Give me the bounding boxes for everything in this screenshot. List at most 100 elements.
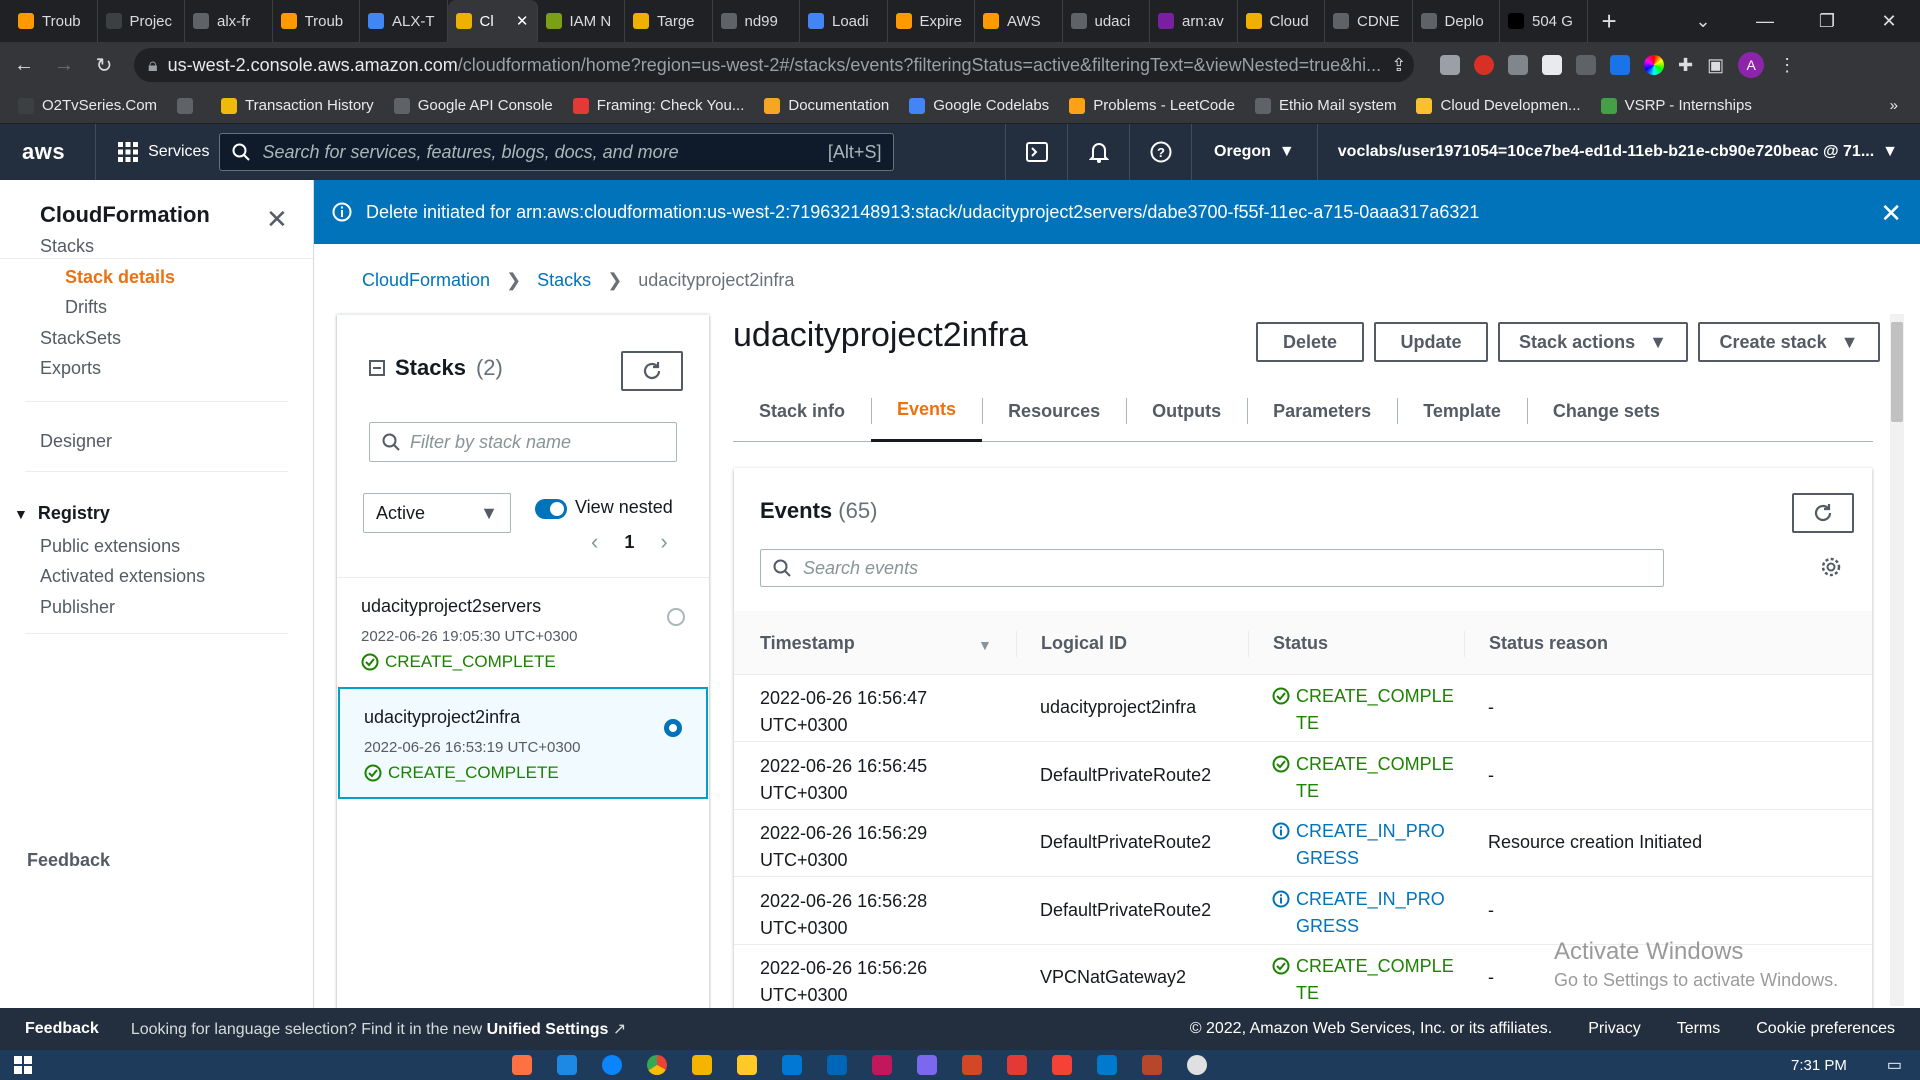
windows-start-icon[interactable] bbox=[14, 1056, 32, 1074]
reload-icon[interactable]: ↻ bbox=[88, 53, 120, 78]
new-tab-icon[interactable]: + bbox=[1602, 6, 1617, 37]
taskbar-app-icon[interactable] bbox=[1007, 1055, 1027, 1075]
taskbar-chrome-icon[interactable] bbox=[647, 1055, 667, 1075]
taskbar-app-icon[interactable] bbox=[557, 1055, 577, 1075]
column-header-status[interactable]: Status bbox=[1273, 633, 1328, 654]
url-bar[interactable]: 🔒︎ us-west-2.console.aws.amazon.com/clou… bbox=[134, 48, 1414, 82]
sidebar-item-stacks[interactable]: Stacks bbox=[40, 236, 94, 257]
sidebar-item-activated-extensions[interactable]: Activated extensions bbox=[40, 566, 205, 587]
tab-resources[interactable]: Resources bbox=[982, 380, 1126, 442]
update-button[interactable]: Update bbox=[1374, 322, 1488, 362]
bookmark-item[interactable]: Ethio Mail system bbox=[1254, 97, 1396, 114]
bookmark-item[interactable] bbox=[177, 97, 201, 114]
taskbar-app-icon[interactable] bbox=[917, 1055, 937, 1075]
browser-tab[interactable]: Targe bbox=[625, 0, 713, 42]
browser-tab[interactable]: Cl ✕ bbox=[447, 0, 538, 42]
browser-tab[interactable]: Deplo bbox=[1413, 0, 1500, 42]
taskbar-mail-icon[interactable] bbox=[782, 1055, 802, 1075]
footer-feedback-link[interactable]: Feedback bbox=[25, 1020, 99, 1038]
stack-name[interactable]: udacityproject2infra bbox=[364, 707, 520, 728]
taskbar-edge-icon[interactable] bbox=[602, 1055, 622, 1075]
unified-settings-link[interactable]: Unified Settings bbox=[487, 1021, 609, 1038]
status-filter-select[interactable]: Active ▼ bbox=[363, 493, 511, 533]
dismiss-flash-icon[interactable]: ✕ bbox=[1880, 198, 1902, 229]
stack-select-radio[interactable] bbox=[667, 608, 685, 626]
column-header-logical-id[interactable]: Logical ID bbox=[1041, 633, 1127, 654]
extension-icon[interactable] bbox=[1474, 55, 1494, 75]
registry-section-toggle[interactable]: ▼ Registry bbox=[14, 503, 110, 524]
browser-tab[interactable]: Projec bbox=[98, 0, 185, 42]
browser-tab[interactable]: ALX-T bbox=[360, 0, 448, 42]
table-settings-gear-icon[interactable] bbox=[1820, 556, 1842, 578]
browser-tab[interactable]: nd99 bbox=[713, 0, 800, 42]
browser-tab[interactable]: CDNE bbox=[1325, 0, 1413, 42]
tab-events[interactable]: Events bbox=[871, 380, 983, 442]
breadcrumb-stacks[interactable]: Stacks bbox=[537, 270, 591, 291]
extensions-puzzle-icon[interactable]: ✚ bbox=[1678, 55, 1693, 76]
bookmark-item[interactable]: Google Codelabs bbox=[909, 97, 1049, 114]
extension-icon[interactable] bbox=[1508, 55, 1528, 75]
stack-select-radio[interactable] bbox=[664, 719, 682, 737]
forward-icon[interactable]: → bbox=[48, 54, 80, 77]
browser-tab[interactable]: Loadi bbox=[800, 0, 888, 42]
sidebar-item-stacksets[interactable]: StackSets bbox=[40, 328, 121, 349]
taskbar-clock[interactable]: 7:31 PM bbox=[1791, 1057, 1847, 1074]
stack-list-item[interactable]: udacityproject2servers 2022-06-26 19:05:… bbox=[337, 577, 709, 689]
bookmark-item[interactable]: Cloud Developmen... bbox=[1416, 97, 1581, 114]
sidebar-item-stack-details[interactable]: Stack details bbox=[65, 267, 175, 288]
taskbar-app-icon[interactable] bbox=[1052, 1055, 1072, 1075]
stack-list-item[interactable]: udacityproject2infra 2022-06-26 16:53:19… bbox=[338, 687, 708, 799]
taskbar-explorer-icon[interactable] bbox=[737, 1055, 757, 1075]
collapse-icon[interactable] bbox=[369, 360, 385, 376]
extension-icon[interactable] bbox=[1440, 55, 1460, 75]
terms-link[interactable]: Terms bbox=[1677, 1020, 1721, 1038]
scrollbar-thumb[interactable] bbox=[1891, 322, 1903, 422]
stack-name[interactable]: udacityproject2servers bbox=[361, 596, 541, 617]
next-page-icon[interactable]: › bbox=[660, 529, 667, 555]
notifications-bell-icon[interactable] bbox=[1067, 124, 1129, 180]
bookmark-item[interactable]: Framing: Check You... bbox=[572, 97, 744, 114]
stack-filter-input[interactable]: Filter by stack name bbox=[369, 422, 677, 462]
side-panel-icon[interactable]: ▣ bbox=[1707, 55, 1724, 76]
column-header-timestamp[interactable]: Timestamp bbox=[760, 633, 855, 654]
browser-tab[interactable]: alx-fr bbox=[185, 0, 273, 42]
taskbar-app-icon[interactable] bbox=[1187, 1055, 1207, 1075]
chrome-menu-icon[interactable]: ⋮ bbox=[1778, 55, 1796, 76]
browser-tab[interactable]: Cloud bbox=[1238, 0, 1325, 42]
extension-icon[interactable] bbox=[1576, 55, 1596, 75]
column-header-status-reason[interactable]: Status reason bbox=[1489, 633, 1608, 654]
bookmark-item[interactable]: O2TvSeries.Com bbox=[18, 97, 157, 114]
sidebar-feedback-link[interactable]: Feedback bbox=[27, 850, 110, 871]
browser-tab[interactable]: AWS bbox=[975, 0, 1063, 42]
bookmarks-overflow-icon[interactable]: » bbox=[1890, 97, 1898, 114]
cookie-preferences-link[interactable]: Cookie preferences bbox=[1756, 1020, 1895, 1038]
extension-icon[interactable] bbox=[1610, 55, 1630, 75]
prev-page-icon[interactable]: ‹ bbox=[591, 529, 598, 555]
tab-template[interactable]: Template bbox=[1397, 380, 1527, 442]
restore-icon[interactable]: ❐ bbox=[1796, 11, 1858, 32]
bookmark-item[interactable]: Documentation bbox=[764, 97, 889, 114]
taskbar-powerpoint-icon[interactable] bbox=[962, 1055, 982, 1075]
sidebar-item-publisher[interactable]: Publisher bbox=[40, 597, 115, 618]
color-picker-icon[interactable] bbox=[1644, 55, 1664, 75]
create-stack-button[interactable]: Create stack ▼ bbox=[1698, 322, 1880, 362]
browser-tab[interactable]: Troub bbox=[273, 0, 360, 42]
notification-center-icon[interactable]: ▭ bbox=[1887, 1055, 1902, 1075]
region-selector[interactable]: Oregon ▼ bbox=[1191, 124, 1317, 180]
tab-search-icon[interactable]: ⌄ bbox=[1672, 11, 1734, 32]
view-nested-toggle[interactable] bbox=[535, 499, 567, 519]
taskbar-app-icon[interactable] bbox=[512, 1055, 532, 1075]
bookmark-item[interactable]: Google API Console bbox=[393, 97, 553, 114]
aws-logo[interactable]: aws bbox=[22, 139, 65, 165]
share-icon[interactable]: ⇪ bbox=[1391, 55, 1406, 76]
sort-desc-icon[interactable]: ▼ bbox=[978, 637, 992, 653]
tab-outputs[interactable]: Outputs bbox=[1126, 380, 1247, 442]
refresh-stacks-button[interactable] bbox=[621, 351, 683, 391]
sidebar-item-drifts[interactable]: Drifts bbox=[65, 297, 107, 318]
browser-tab[interactable]: IAM N bbox=[538, 0, 625, 42]
back-icon[interactable]: ← bbox=[8, 54, 40, 77]
delete-button[interactable]: Delete bbox=[1256, 322, 1364, 362]
browser-tab[interactable]: 504 G bbox=[1500, 0, 1588, 42]
privacy-link[interactable]: Privacy bbox=[1588, 1020, 1640, 1038]
close-tab-icon[interactable]: ✕ bbox=[516, 12, 529, 30]
